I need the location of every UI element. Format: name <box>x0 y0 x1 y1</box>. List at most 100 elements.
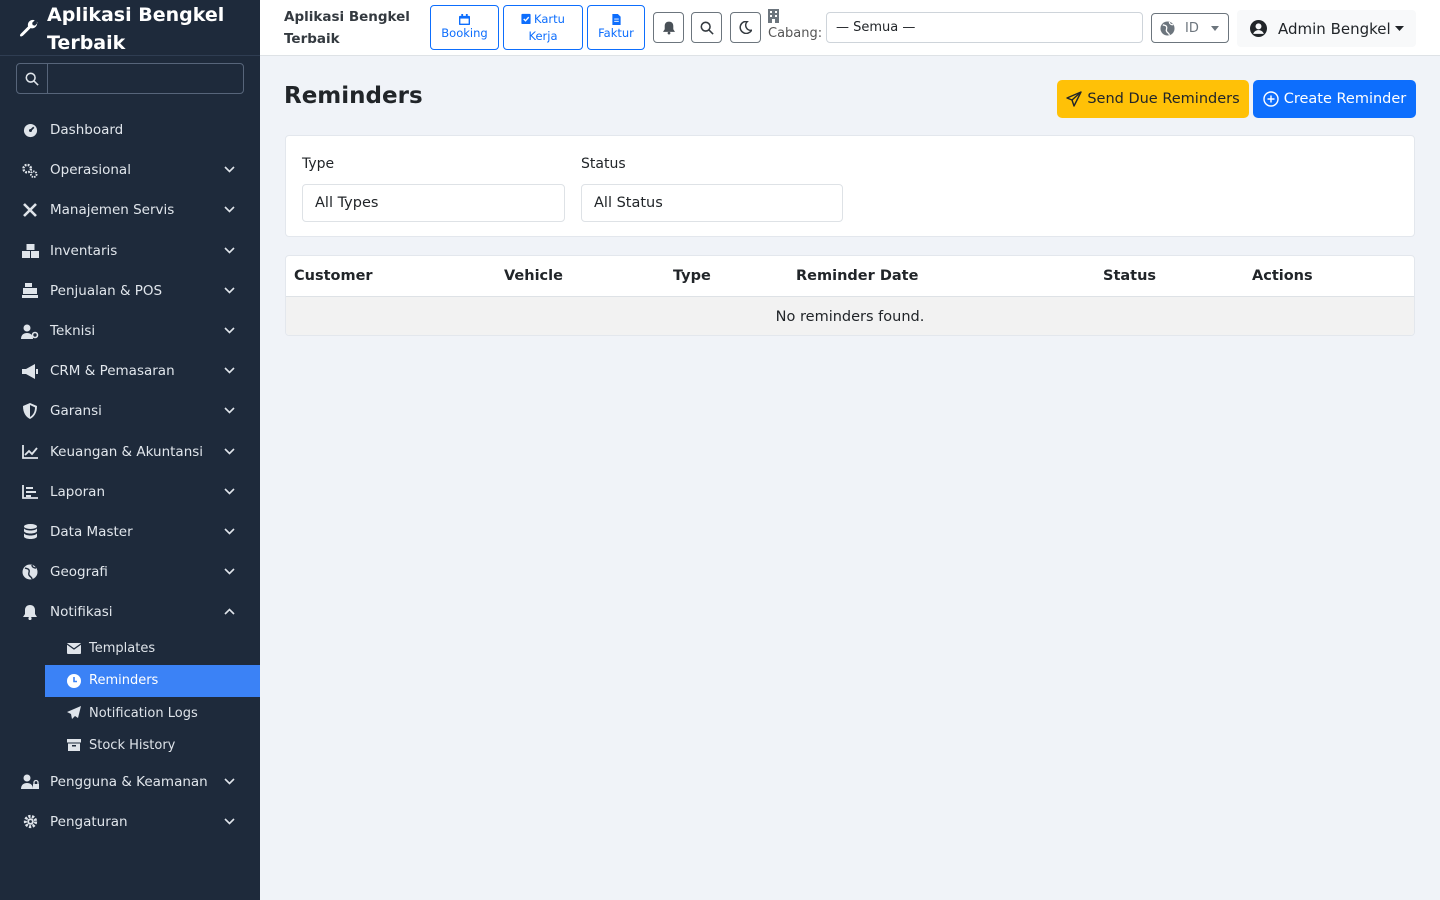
sidebar-item-pengaturan[interactable]: Pengaturan <box>0 802 260 842</box>
sidebar-item-inventaris[interactable]: Inventaris <box>0 231 260 271</box>
dashboard-icon <box>21 122 39 138</box>
column-header-type[interactable]: Type <box>673 268 711 284</box>
brand-name: Aplikasi Bengkel Terbaik <box>47 3 225 54</box>
brand[interactable]: Aplikasi Bengkel Terbaik <box>0 0 260 56</box>
booking-button[interactable]: Booking <box>430 5 499 50</box>
sidebar-item-crm-pemasaran[interactable]: CRM & Pemasaran <box>0 351 260 391</box>
sidebar-item-label: Penjualan & POS <box>50 282 163 299</box>
column-header-customer[interactable]: Customer <box>294 268 373 284</box>
search-icon <box>700 21 714 35</box>
sidebar-item-label: Operasional <box>50 162 131 179</box>
page-title: Reminders <box>284 83 423 109</box>
sidebar-item-label: Pengaturan <box>50 813 128 830</box>
sidebar-search-input[interactable] <box>48 64 243 93</box>
app-title[interactable]: Aplikasi Bengkel Terbaik <box>284 6 414 50</box>
global-search-button[interactable] <box>691 12 722 43</box>
plus-circle-icon <box>1263 91 1279 107</box>
sidebar-nav: Dashboard Operasional Manajemen Servis I… <box>0 110 260 842</box>
paper-plane-icon <box>1066 91 1083 107</box>
type-filter-label: Type <box>302 156 335 172</box>
user-circle-icon <box>1250 20 1267 37</box>
gear-icon <box>21 814 39 830</box>
column-header-reminder-date[interactable]: Reminder Date <box>796 268 918 284</box>
column-header-vehicle[interactable]: Vehicle <box>504 268 563 284</box>
column-header-status[interactable]: Status <box>1103 268 1156 284</box>
topbar: Aplikasi Bengkel Terbaik Booking Kartu K… <box>260 0 1440 56</box>
caret-down-icon <box>1395 26 1404 31</box>
kartu-kerja-button[interactable]: Kartu Kerja <box>503 5 583 50</box>
status-filter-select[interactable]: All Status <box>581 184 843 222</box>
sidebar-item-operasional[interactable]: Operasional <box>0 150 260 190</box>
sidebar-item-label: CRM & Pemasaran <box>50 363 175 380</box>
sidebar-item-label: Geografi <box>50 564 108 581</box>
clipboard-check-icon <box>521 13 531 24</box>
chevron-down-icon <box>224 287 235 294</box>
sidebar-item-pengguna-keamanan[interactable]: Pengguna & Keamanan <box>0 762 260 802</box>
sidebar-item-label: Pengguna & Keamanan <box>50 773 208 790</box>
sidebar-item-notifikasi[interactable]: Notifikasi <box>0 592 260 632</box>
branch-select[interactable]: — Semua — <box>826 12 1143 43</box>
sidebar-item-label: Laporan <box>50 483 106 500</box>
sidebar-subitem-templates[interactable]: Templates <box>45 632 260 664</box>
chevron-down-icon <box>224 327 235 334</box>
sidebar-item-data-master[interactable]: Data Master <box>0 512 260 552</box>
language-code: ID <box>1185 20 1199 36</box>
faktur-button[interactable]: Faktur <box>587 5 645 50</box>
user-lock-icon <box>21 774 39 790</box>
sidebar-subitem-label: Notification Logs <box>89 705 198 721</box>
sidebar-subitem-label: Stock History <box>89 737 176 753</box>
notifications-button[interactable] <box>653 12 684 43</box>
sidebar-item-keuangan-akuntansi[interactable]: Keuangan & Akuntansi <box>0 432 260 472</box>
cash-register-icon <box>21 283 39 299</box>
archive-icon <box>67 738 83 752</box>
sidebar-item-garansi[interactable]: Garansi <box>0 391 260 431</box>
sidebar-item-label: Manajemen Servis <box>50 202 175 219</box>
sidebar: Aplikasi Bengkel Terbaik Dashboard Opera… <box>0 0 260 900</box>
faktur-label: Faktur <box>598 25 634 40</box>
tools-icon <box>21 202 39 218</box>
globe-icon <box>21 564 39 580</box>
paper-plane-icon <box>67 706 83 720</box>
chevron-down-icon <box>224 206 235 214</box>
user-menu[interactable]: Admin Bengkel <box>1237 10 1416 47</box>
sidebar-subitem-label: Reminders <box>89 673 159 689</box>
filter-card: Type All Types Status All Status <box>285 135 1415 237</box>
send-due-reminders-button[interactable]: Send Due Reminders <box>1057 80 1249 118</box>
search-icon[interactable] <box>17 64 48 93</box>
sidebar-item-teknisi[interactable]: Teknisi <box>0 311 260 351</box>
sidebar-item-penjualan-pos[interactable]: Penjualan & POS <box>0 271 260 311</box>
caret-down-icon <box>1211 26 1219 31</box>
megaphone-icon <box>21 363 39 379</box>
sidebar-subitem-notification-logs[interactable]: Notification Logs <box>45 697 260 729</box>
moon-icon <box>739 21 752 34</box>
shield-icon <box>21 403 39 420</box>
sidebar-item-label: Inventaris <box>50 242 118 259</box>
booking-label: Booking <box>441 25 488 40</box>
sidebar-item-dashboard[interactable]: Dashboard <box>0 110 260 150</box>
sidebar-item-label: Garansi <box>50 403 102 420</box>
database-icon <box>21 524 39 540</box>
sidebar-item-label: Dashboard <box>50 122 124 139</box>
sidebar-item-label: Teknisi <box>50 323 96 340</box>
sidebar-subitem-stock-history[interactable]: Stock History <box>45 729 260 761</box>
notifikasi-submenu: Templates Reminders Notification Logs St… <box>0 632 260 761</box>
status-filter-label: Status <box>581 156 626 172</box>
sidebar-search <box>16 63 244 94</box>
language-select[interactable]: ID <box>1151 13 1229 43</box>
bell-icon <box>662 21 675 35</box>
column-header-actions: Actions <box>1252 268 1313 284</box>
chevron-up-icon <box>224 608 235 615</box>
sidebar-item-manajemen-servis[interactable]: Manajemen Servis <box>0 190 260 230</box>
building-icon <box>768 9 779 23</box>
chevron-down-icon <box>224 818 235 825</box>
cogs-icon <box>21 162 39 178</box>
dark-mode-toggle[interactable] <box>730 12 761 43</box>
reminders-table: Customer Vehicle Type Reminder Date Stat… <box>285 255 1415 336</box>
create-reminder-button[interactable]: Create Reminder <box>1253 80 1416 118</box>
type-filter-select[interactable]: All Types <box>302 184 565 222</box>
sidebar-item-laporan[interactable]: Laporan <box>0 472 260 512</box>
sidebar-subitem-reminders[interactable]: Reminders <box>45 664 260 698</box>
chevron-down-icon <box>224 778 235 785</box>
chevron-down-icon <box>224 166 235 173</box>
sidebar-item-geografi[interactable]: Geografi <box>0 552 260 592</box>
